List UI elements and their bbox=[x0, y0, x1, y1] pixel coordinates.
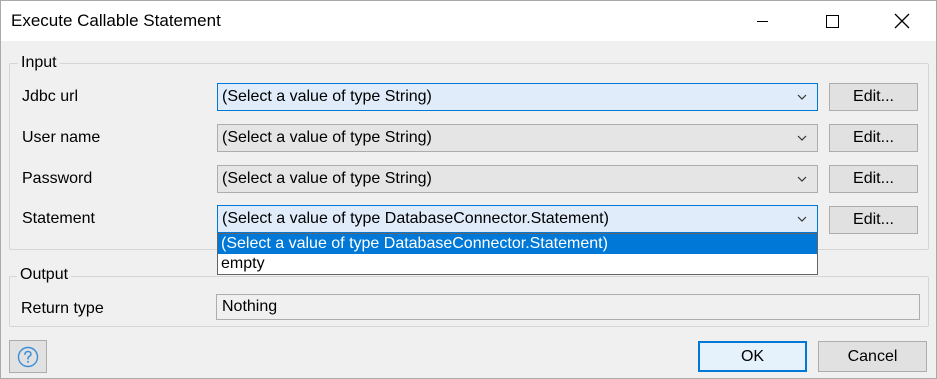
close-icon bbox=[894, 13, 910, 29]
title-bar: Execute Callable Statement bbox=[1, 1, 936, 41]
statement-edit-button[interactable]: Edit... bbox=[829, 206, 918, 234]
minimize-button[interactable] bbox=[739, 1, 785, 41]
maximize-icon bbox=[825, 14, 839, 28]
dropdown-option[interactable]: (Select a value of type DatabaseConnecto… bbox=[218, 234, 817, 254]
close-button[interactable] bbox=[879, 1, 925, 41]
password-select[interactable]: (Select a value of type String) bbox=[217, 165, 818, 193]
maximize-button[interactable] bbox=[809, 1, 855, 41]
help-icon bbox=[17, 346, 39, 367]
jdbc-url-label: Jdbc url bbox=[22, 88, 79, 105]
dialog-title: Execute Callable Statement bbox=[11, 11, 221, 30]
password-edit-button[interactable]: Edit... bbox=[829, 165, 918, 193]
password-label: Password bbox=[22, 170, 93, 187]
help-button[interactable] bbox=[9, 340, 47, 373]
chevron-down-icon bbox=[797, 94, 807, 100]
dialog-window: Execute Callable Statement Input Jdbc ur… bbox=[0, 0, 937, 379]
return-type-field: Nothing bbox=[216, 294, 920, 320]
chevron-down-icon bbox=[797, 216, 807, 222]
cancel-button[interactable]: Cancel bbox=[818, 341, 927, 372]
user-name-label: User name bbox=[22, 129, 101, 146]
statement-select[interactable]: (Select a value of type DatabaseConnecto… bbox=[217, 205, 818, 233]
statement-label: Statement bbox=[22, 210, 95, 227]
minimize-icon bbox=[756, 20, 768, 22]
user-name-edit-button[interactable]: Edit... bbox=[829, 124, 918, 152]
jdbc-url-value: (Select a value of type String) bbox=[222, 88, 432, 105]
password-value: (Select a value of type String) bbox=[222, 170, 432, 187]
chevron-down-icon bbox=[797, 135, 807, 141]
dropdown-option[interactable]: empty bbox=[218, 254, 817, 274]
jdbc-url-select[interactable]: (Select a value of type String) bbox=[217, 83, 818, 111]
statement-dropdown-list: (Select a value of type DatabaseConnecto… bbox=[217, 233, 818, 275]
statement-value: (Select a value of type DatabaseConnecto… bbox=[222, 210, 609, 227]
chevron-down-icon bbox=[797, 176, 807, 182]
user-name-select[interactable]: (Select a value of type String) bbox=[217, 124, 818, 152]
return-type-label: Return type bbox=[21, 300, 104, 317]
ok-button[interactable]: OK bbox=[698, 341, 807, 372]
user-name-value: (Select a value of type String) bbox=[222, 129, 432, 146]
input-group-legend: Input bbox=[18, 54, 60, 72]
jdbc-url-edit-button[interactable]: Edit... bbox=[829, 83, 918, 111]
output-group-legend: Output bbox=[17, 266, 72, 284]
